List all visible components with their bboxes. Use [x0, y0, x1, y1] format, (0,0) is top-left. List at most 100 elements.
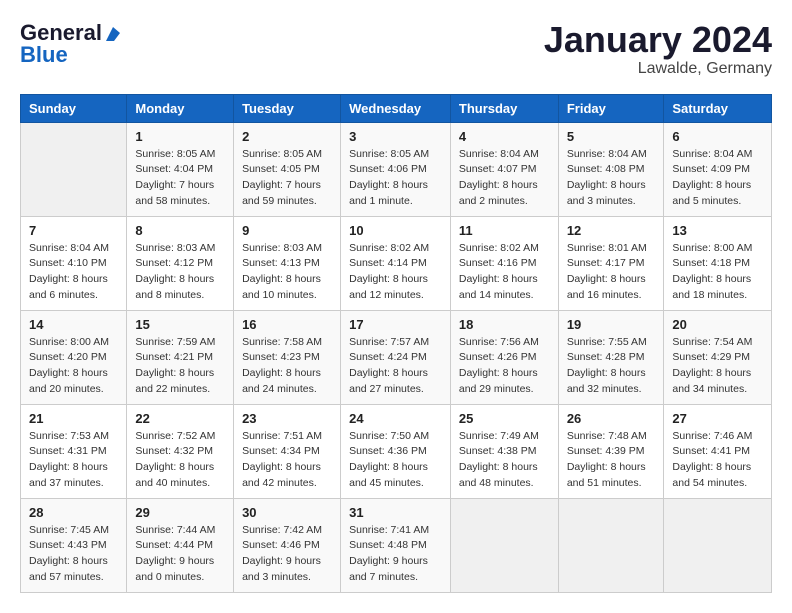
calendar-cell: 12 Sunrise: 8:01 AM Sunset: 4:17 PM Dayli…	[558, 216, 664, 310]
day-info: Sunrise: 7:58 AM Sunset: 4:23 PM Dayligh…	[242, 335, 332, 398]
day-number: 11	[459, 223, 550, 238]
day-info: Sunrise: 7:48 AM Sunset: 4:39 PM Dayligh…	[567, 429, 656, 492]
calendar-cell: 1 Sunrise: 8:05 AM Sunset: 4:04 PM Daylig…	[127, 122, 234, 216]
calendar-cell: 28Sunrise: 7:45 AM Sunset: 4:43 PM Dayli…	[21, 498, 127, 592]
day-number: 14	[29, 317, 118, 332]
day-number: 17	[349, 317, 442, 332]
calendar-cell: 23Sunrise: 7:51 AM Sunset: 4:34 PM Dayli…	[234, 404, 341, 498]
calendar-cell: 19 Sunrise: 7:55 AM Sunset: 4:28 PM Dayli…	[558, 310, 664, 404]
page-header: General Blue January 2024 Lawalde, Germa…	[20, 20, 772, 78]
calendar-cell: 13 Sunrise: 8:00 AM Sunset: 4:18 PM Dayli…	[664, 216, 772, 310]
day-number: 18	[459, 317, 550, 332]
calendar-cell: 11 Sunrise: 8:02 AM Sunset: 4:16 PM Dayli…	[450, 216, 558, 310]
day-info: Sunrise: 7:53 AM Sunset: 4:31 PM Dayligh…	[29, 429, 118, 492]
day-number: 30	[242, 505, 332, 520]
day-info: Sunrise: 7:52 AM Sunset: 4:32 PM Dayligh…	[135, 429, 225, 492]
day-number: 7	[29, 223, 118, 238]
calendar-cell: 26 Sunrise: 7:48 AM Sunset: 4:39 PM Dayli…	[558, 404, 664, 498]
day-info: Sunrise: 7:46 AM Sunset: 4:41 PM Dayligh…	[672, 429, 763, 492]
calendar-cell	[558, 498, 664, 592]
day-info: Sunrise: 8:04 AM Sunset: 4:09 PM Dayligh…	[672, 147, 763, 210]
day-number: 9	[242, 223, 332, 238]
day-info: Sunrise: 8:01 AM Sunset: 4:17 PM Dayligh…	[567, 241, 656, 304]
day-number: 4	[459, 129, 550, 144]
weekday-header-wednesday: Wednesday	[341, 94, 451, 122]
day-number: 26	[567, 411, 656, 426]
weekday-header-sunday: Sunday	[21, 94, 127, 122]
calendar-cell	[21, 122, 127, 216]
calendar-table: SundayMondayTuesdayWednesdayThursdayFrid…	[20, 94, 772, 593]
day-info: Sunrise: 8:05 AM Sunset: 4:06 PM Dayligh…	[349, 147, 442, 210]
day-number: 1	[135, 129, 225, 144]
calendar-cell: 31 Sunrise: 7:41 AM Sunset: 4:48 PM Dayli…	[341, 498, 451, 592]
weekday-header-saturday: Saturday	[664, 94, 772, 122]
day-info: Sunrise: 7:42 AM Sunset: 4:46 PM Dayligh…	[242, 523, 332, 586]
day-number: 21	[29, 411, 118, 426]
day-number: 3	[349, 129, 442, 144]
calendar-cell: 6 Sunrise: 8:04 AM Sunset: 4:09 PM Daylig…	[664, 122, 772, 216]
calendar-week-5: 28Sunrise: 7:45 AM Sunset: 4:43 PM Dayli…	[21, 498, 772, 592]
day-number: 19	[567, 317, 656, 332]
day-info: Sunrise: 7:55 AM Sunset: 4:28 PM Dayligh…	[567, 335, 656, 398]
calendar-cell: 30 Sunrise: 7:42 AM Sunset: 4:46 PM Dayli…	[234, 498, 341, 592]
calendar-week-2: 7 Sunrise: 8:04 AM Sunset: 4:10 PM Daylig…	[21, 216, 772, 310]
day-info: Sunrise: 8:02 AM Sunset: 4:16 PM Dayligh…	[459, 241, 550, 304]
calendar-cell: 24 Sunrise: 7:50 AM Sunset: 4:36 PM Dayli…	[341, 404, 451, 498]
day-number: 16	[242, 317, 332, 332]
day-info: Sunrise: 7:41 AM Sunset: 4:48 PM Dayligh…	[349, 523, 442, 586]
day-number: 6	[672, 129, 763, 144]
calendar-cell: 15 Sunrise: 7:59 AM Sunset: 4:21 PM Dayli…	[127, 310, 234, 404]
day-number: 27	[672, 411, 763, 426]
logo-text-blue: Blue	[20, 42, 68, 68]
day-number: 12	[567, 223, 656, 238]
day-info: Sunrise: 8:05 AM Sunset: 4:04 PM Dayligh…	[135, 147, 225, 210]
calendar-cell: 21 Sunrise: 7:53 AM Sunset: 4:31 PM Dayli…	[21, 404, 127, 498]
logo: General Blue	[20, 20, 122, 68]
weekday-header-tuesday: Tuesday	[234, 94, 341, 122]
day-info: Sunrise: 8:03 AM Sunset: 4:12 PM Dayligh…	[135, 241, 225, 304]
calendar-cell	[450, 498, 558, 592]
day-number: 31	[349, 505, 442, 520]
day-number: 5	[567, 129, 656, 144]
calendar-cell: 25Sunrise: 7:49 AM Sunset: 4:38 PM Dayli…	[450, 404, 558, 498]
day-info: Sunrise: 7:59 AM Sunset: 4:21 PM Dayligh…	[135, 335, 225, 398]
day-info: Sunrise: 7:57 AM Sunset: 4:24 PM Dayligh…	[349, 335, 442, 398]
calendar-cell: 14 Sunrise: 8:00 AM Sunset: 4:20 PM Dayli…	[21, 310, 127, 404]
calendar-cell: 10Sunrise: 8:02 AM Sunset: 4:14 PM Dayli…	[341, 216, 451, 310]
weekday-header-monday: Monday	[127, 94, 234, 122]
day-info: Sunrise: 7:45 AM Sunset: 4:43 PM Dayligh…	[29, 523, 118, 586]
day-info: Sunrise: 8:04 AM Sunset: 4:07 PM Dayligh…	[459, 147, 550, 210]
title-block: January 2024 Lawalde, Germany	[544, 20, 772, 78]
calendar-week-3: 14 Sunrise: 8:00 AM Sunset: 4:20 PM Dayli…	[21, 310, 772, 404]
day-number: 13	[672, 223, 763, 238]
day-info: Sunrise: 8:03 AM Sunset: 4:13 PM Dayligh…	[242, 241, 332, 304]
day-number: 23	[242, 411, 332, 426]
day-info: Sunrise: 8:00 AM Sunset: 4:18 PM Dayligh…	[672, 241, 763, 304]
day-info: Sunrise: 8:05 AM Sunset: 4:05 PM Dayligh…	[242, 147, 332, 210]
calendar-cell: 27 Sunrise: 7:46 AM Sunset: 4:41 PM Dayli…	[664, 404, 772, 498]
day-info: Sunrise: 7:49 AM Sunset: 4:38 PM Dayligh…	[459, 429, 550, 492]
day-info: Sunrise: 7:50 AM Sunset: 4:36 PM Dayligh…	[349, 429, 442, 492]
calendar-cell: 22Sunrise: 7:52 AM Sunset: 4:32 PM Dayli…	[127, 404, 234, 498]
day-info: Sunrise: 8:00 AM Sunset: 4:20 PM Dayligh…	[29, 335, 118, 398]
day-number: 15	[135, 317, 225, 332]
calendar-cell: 9 Sunrise: 8:03 AM Sunset: 4:13 PM Daylig…	[234, 216, 341, 310]
calendar-cell: 8 Sunrise: 8:03 AM Sunset: 4:12 PM Daylig…	[127, 216, 234, 310]
calendar-cell: 20Sunrise: 7:54 AM Sunset: 4:29 PM Dayli…	[664, 310, 772, 404]
day-info: Sunrise: 8:04 AM Sunset: 4:10 PM Dayligh…	[29, 241, 118, 304]
day-number: 20	[672, 317, 763, 332]
month-title: January 2024	[544, 20, 772, 60]
day-number: 8	[135, 223, 225, 238]
calendar-cell: 5 Sunrise: 8:04 AM Sunset: 4:08 PM Daylig…	[558, 122, 664, 216]
calendar-cell: 4 Sunrise: 8:04 AM Sunset: 4:07 PM Daylig…	[450, 122, 558, 216]
calendar-cell	[664, 498, 772, 592]
calendar-cell: 3 Sunrise: 8:05 AM Sunset: 4:06 PM Daylig…	[341, 122, 451, 216]
day-info: Sunrise: 8:04 AM Sunset: 4:08 PM Dayligh…	[567, 147, 656, 210]
calendar-cell: 29Sunrise: 7:44 AM Sunset: 4:44 PM Dayli…	[127, 498, 234, 592]
calendar-cell: 16 Sunrise: 7:58 AM Sunset: 4:23 PM Dayli…	[234, 310, 341, 404]
weekday-header-friday: Friday	[558, 94, 664, 122]
day-number: 24	[349, 411, 442, 426]
day-number: 29	[135, 505, 225, 520]
calendar-cell: 18Sunrise: 7:56 AM Sunset: 4:26 PM Dayli…	[450, 310, 558, 404]
weekday-header-thursday: Thursday	[450, 94, 558, 122]
